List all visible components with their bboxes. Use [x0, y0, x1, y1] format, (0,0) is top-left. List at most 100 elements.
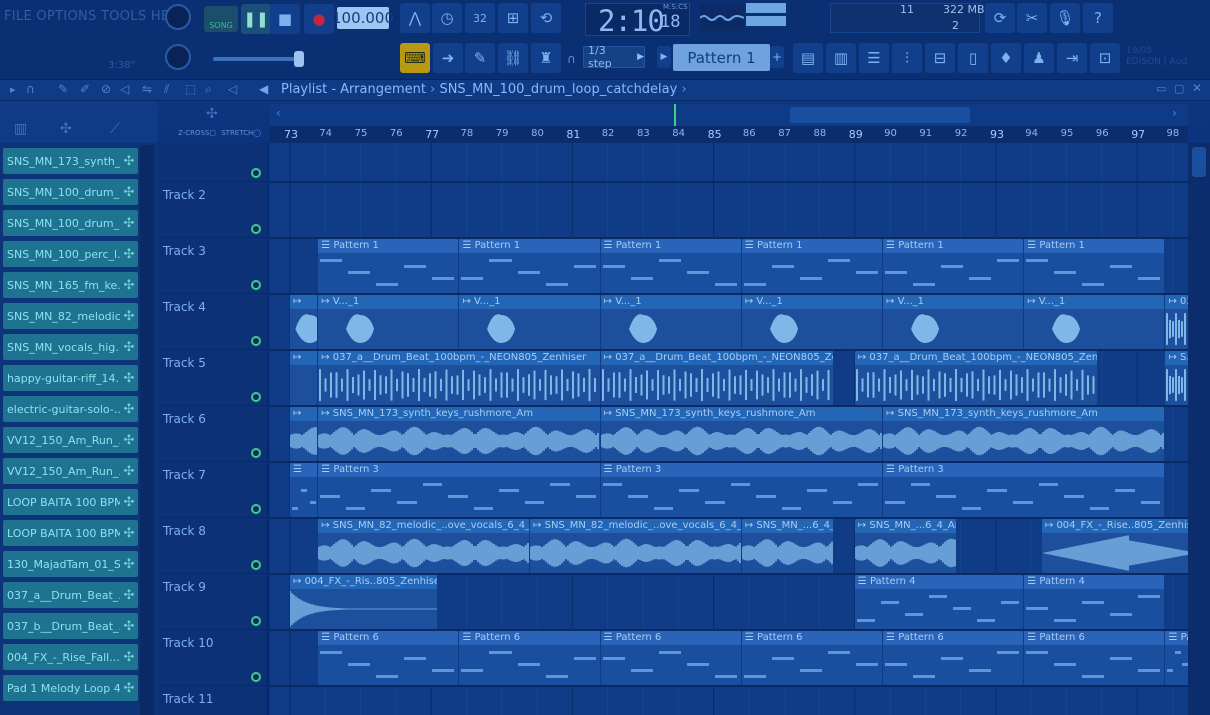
- track-label[interactable]: Track 11: [163, 692, 213, 706]
- pattern-clip[interactable]: ☰ Pattern 1: [1024, 239, 1165, 293]
- zoom-icon[interactable]: ⌕: [205, 82, 212, 97]
- main-menu[interactable]: FILE OPTIONS TOOLS HELP: [4, 9, 185, 24]
- step-edit-icon[interactable]: ⊞: [498, 3, 528, 33]
- move-icon[interactable]: ✣: [206, 106, 218, 122]
- track-label[interactable]: Track 8: [163, 524, 206, 538]
- vertical-scrollbar[interactable]: [1188, 143, 1210, 715]
- tempo-tap-icon[interactable]: ⇥: [1057, 43, 1087, 73]
- clip-source-item[interactable]: SNS_MN_vocals_hig... ✣: [3, 334, 138, 360]
- pattern-clip[interactable]: ☰ Pattern 3: [318, 463, 600, 517]
- timeline-ruler[interactable]: [270, 126, 1188, 143]
- slip-icon[interactable]: ⇋: [142, 82, 152, 96]
- record-icon[interactable]: ●: [304, 4, 334, 34]
- wait-icon[interactable]: ◷: [432, 3, 462, 33]
- brush-icon[interactable]: ✎: [465, 43, 495, 73]
- song-time[interactable]: 2:10: [598, 4, 665, 38]
- track-label[interactable]: Track 2: [163, 188, 206, 202]
- overview-window[interactable]: [790, 107, 970, 123]
- maximize-icon[interactable]: ▢: [1174, 82, 1184, 95]
- pattern-clip[interactable]: ☰ Pattern 6: [1024, 631, 1165, 685]
- loop-record-icon[interactable]: ⟲: [531, 3, 561, 33]
- brush-tool-icon[interactable]: ✐: [80, 82, 90, 96]
- audio-clip[interactable]: ↦: [290, 295, 318, 349]
- pattern-clip[interactable]: ☰ Pattern 6: [600, 631, 741, 685]
- audio-clip[interactable]: ↦ V..._1: [318, 295, 459, 349]
- channel-rack-icon[interactable]: ☰: [859, 43, 889, 73]
- link-icon[interactable]: ⛓: [498, 43, 528, 73]
- stretch-toggle[interactable]: ◯: [253, 129, 261, 137]
- audio-clip[interactable]: ↦ V..._1: [741, 295, 883, 349]
- mute-icon[interactable]: ◁: [120, 82, 129, 96]
- audio-clip[interactable]: ↦: [290, 351, 318, 405]
- pattern-clip[interactable]: ☰ Pattern 3: [883, 463, 1165, 517]
- move-handle-icon[interactable]: ✣: [120, 526, 138, 541]
- magnet-icon[interactable]: ∩: [567, 52, 576, 66]
- magnet-snap-icon[interactable]: ∩: [26, 82, 35, 96]
- undo-icon[interactable]: ⟳: [985, 3, 1015, 33]
- pattern-clip[interactable]: ☰ Pattern 1: [459, 239, 600, 293]
- stop-icon[interactable]: ■: [270, 4, 300, 34]
- move-handle-icon[interactable]: ✣: [120, 340, 138, 355]
- browser-icon[interactable]: ⊟: [925, 43, 955, 73]
- slice-icon[interactable]: ⫽: [164, 82, 169, 97]
- play-icon[interactable]: ❚❚: [241, 4, 271, 34]
- pattern-clip[interactable]: ☰ Pattern 6: [459, 631, 600, 685]
- clip-source-item[interactable]: SNS_MN_100_drum_... ✣: [3, 210, 138, 236]
- move-handle-icon[interactable]: ✣: [120, 588, 138, 603]
- picker-scrollbar[interactable]: [140, 145, 154, 715]
- move-handle-icon[interactable]: ✣: [120, 557, 138, 572]
- scroll-left-icon[interactable]: ‹: [276, 106, 281, 120]
- track-label[interactable]: Track 10: [163, 636, 213, 650]
- track-label[interactable]: Track 4: [163, 300, 206, 314]
- track-mute-led[interactable]: [251, 168, 261, 178]
- clip-source-item[interactable]: VV12_150_Am_Run_... ✣: [3, 458, 138, 484]
- pattern-clip[interactable]: ☰ Pa...n 6: [1165, 631, 1188, 685]
- clip-source-item[interactable]: VV12_150_Am_Run_... ✣: [3, 427, 138, 453]
- audio-clip[interactable]: ↦ 037_a__Drum_Beat_100bpm_-_NEON805_Zenh…: [854, 351, 1098, 405]
- snap-selector[interactable]: 1/3 step ▶: [583, 44, 645, 70]
- clip-source-item[interactable]: LOOP BAITA 100 BPM 4✣: [3, 520, 138, 546]
- move-handle-icon[interactable]: ✣: [120, 619, 138, 634]
- cut-icon[interactable]: ✂: [1017, 3, 1047, 33]
- track-label[interactable]: Track 7: [163, 468, 206, 482]
- scroll-thumb[interactable]: [1192, 147, 1206, 177]
- track-mute-led[interactable]: [251, 616, 261, 626]
- track-mute-led[interactable]: [251, 392, 261, 402]
- audio-clip[interactable]: ↦ 004_FX_-_Rise..805_Zenhiser: [1041, 519, 1188, 573]
- move-handle-icon[interactable]: ✣: [120, 402, 138, 417]
- pattern-song-toggle[interactable]: SONG: [204, 6, 238, 32]
- chevron-right-icon[interactable]: ›: [681, 82, 686, 97]
- clip-source-item[interactable]: 004_FX_-_Rise_Fall... ✣: [3, 644, 138, 670]
- audio-clip[interactable]: ↦ V..._1: [1024, 295, 1165, 349]
- move-handle-icon[interactable]: ✣: [120, 154, 138, 169]
- master-volume-knob[interactable]: [165, 4, 191, 30]
- clip-source-item[interactable]: SNS_MN_100_drum_... ✣: [3, 179, 138, 205]
- audio-clip[interactable]: ↦ SNS_MN_...6_4_Am: [741, 519, 833, 573]
- arrow-icon[interactable]: ➜: [433, 43, 463, 73]
- audio-clip[interactable]: ↦ V..._1: [600, 295, 741, 349]
- audio-clip[interactable]: ↦ V..._1: [459, 295, 600, 349]
- track-label[interactable]: Track 9: [163, 580, 206, 594]
- track-label[interactable]: Track 3: [163, 244, 206, 258]
- pattern-clip[interactable]: ☰: [290, 463, 318, 517]
- piano-roll-icon[interactable]: ▥: [826, 43, 856, 73]
- clip-source-item[interactable]: 037_a__Drum_Beat_... ✣: [3, 582, 138, 608]
- track-mute-led[interactable]: [251, 280, 261, 290]
- close-icon[interactable]: ✕: [1192, 81, 1202, 95]
- move-handle-icon[interactable]: ✣: [120, 278, 138, 293]
- pattern-clip[interactable]: ☰ Pattern 6: [318, 631, 459, 685]
- automation-picker-icon[interactable]: ⟋: [110, 121, 120, 137]
- audio-clip[interactable]: ↦ 037_a__Drum_Beat_100bpm_-_NEON805_Zenh…: [318, 351, 600, 405]
- move-handle-icon[interactable]: ✣: [120, 495, 138, 510]
- playlist-grid[interactable]: ☰ Pattern 1 ☰ Pattern 1 ☰ Pattern 1 ☰ Patte…: [270, 143, 1188, 715]
- track-mute-led[interactable]: [251, 224, 261, 234]
- move-handle-icon[interactable]: ✣: [120, 309, 138, 324]
- audio-clip[interactable]: ↦ SNS_MN_...6_4_Am: [854, 519, 957, 573]
- audio-clip[interactable]: ↦ V..._1: [883, 295, 1024, 349]
- pattern-clip[interactable]: ☰ Pattern 1: [883, 239, 1024, 293]
- clip-source-item[interactable]: electric-guitar-solo-... ✣: [3, 396, 138, 422]
- move-handle-icon[interactable]: ✣: [120, 681, 138, 696]
- audio-clip[interactable]: ↦ SNS_MN_82_melodic_..ove_vocals_6_4_Am: [530, 519, 741, 573]
- move-handle-icon[interactable]: ✣: [120, 433, 138, 448]
- audio-clip[interactable]: ↦: [290, 407, 318, 461]
